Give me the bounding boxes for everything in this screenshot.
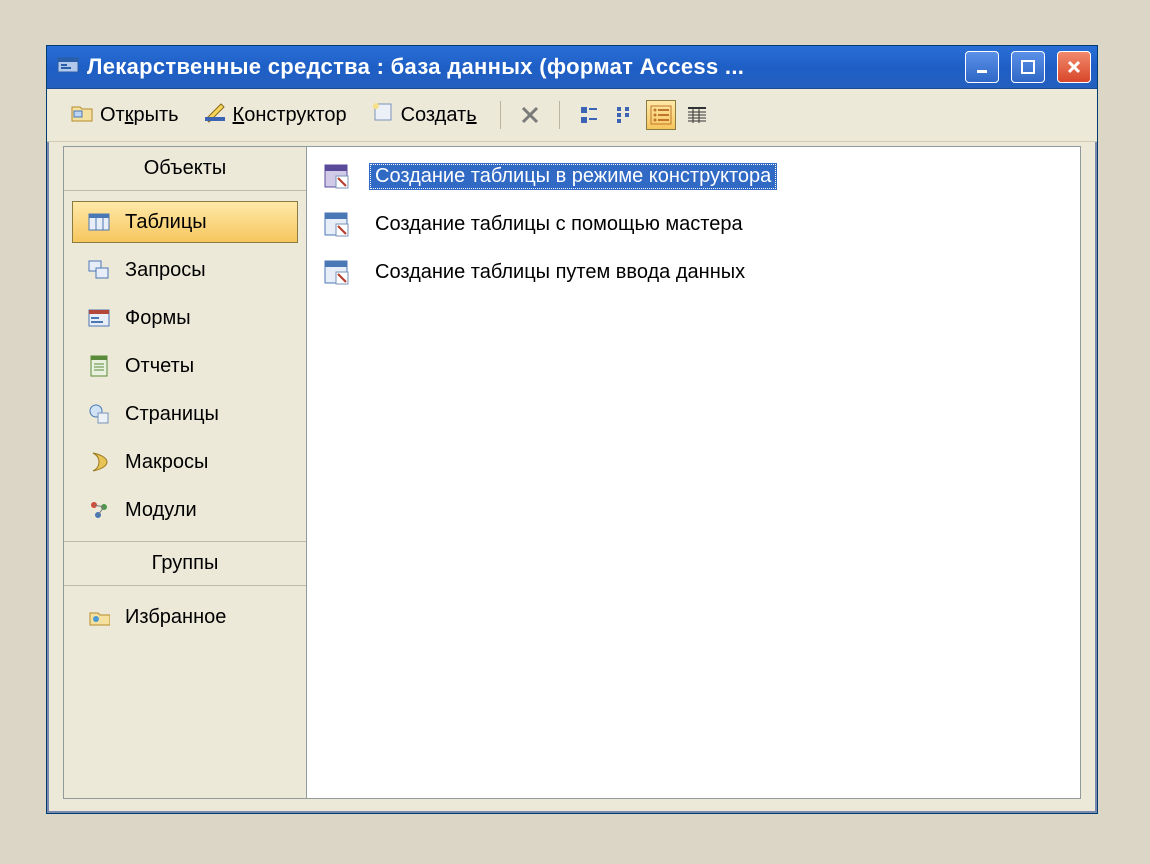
tables-icon [87, 210, 111, 234]
create-table-wizard[interactable]: Создание таблицы с помощью мастера [319, 205, 1068, 243]
maximize-button[interactable] [1011, 51, 1045, 83]
item-label: Создание таблицы с помощью мастера [369, 211, 749, 238]
forms-icon [87, 306, 111, 330]
window-app-icon [57, 55, 79, 80]
pages-icon [87, 402, 111, 426]
sidebar-item-reports[interactable]: Отчеты [72, 345, 298, 387]
content-pane[interactable]: Создание таблицы в режиме конструктора С… [307, 146, 1081, 799]
macros-icon [87, 450, 111, 474]
sidebar-item-pages[interactable]: Страницы [72, 393, 298, 435]
item-label: Создание таблицы в режиме конструктора [369, 163, 777, 190]
view-details-icon[interactable] [682, 100, 712, 130]
sidebar-objects-header: Объекты [64, 147, 306, 191]
view-list-icon[interactable] [646, 100, 676, 130]
sidebar-groups-list: Избранное [64, 586, 306, 648]
sidebar-item-favorites[interactable]: Избранное [72, 596, 298, 638]
view-large-icon[interactable] [574, 100, 604, 130]
open-icon [70, 101, 94, 129]
object-sidebar: Объекты Таблицы Запросы [63, 146, 307, 799]
create-table-entry[interactable]: Создание таблицы путем ввода данных [319, 253, 1068, 291]
sidebar-item-label: Страницы [125, 403, 219, 426]
queries-icon [87, 258, 111, 282]
database-window: Лекарственные средства : база данных (фо… [46, 45, 1098, 814]
sidebar-item-macros[interactable]: Макросы [72, 441, 298, 483]
sidebar-item-label: Макросы [125, 451, 208, 474]
toolbar: Открыть Конструктор Создать [47, 89, 1097, 142]
new-icon [371, 101, 395, 129]
new-button[interactable]: Создать [362, 97, 486, 133]
design-button[interactable]: Конструктор [194, 97, 356, 133]
reports-icon [87, 354, 111, 378]
wizard-icon [321, 257, 351, 287]
sidebar-item-label: Таблицы [125, 211, 207, 234]
sidebar-item-label: Формы [125, 307, 191, 330]
sidebar-object-list: Таблицы Запросы Формы [64, 191, 306, 541]
sidebar-item-label: Модули [125, 499, 197, 522]
toolbar-separator [559, 101, 560, 129]
sidebar-item-modules[interactable]: Модули [72, 489, 298, 531]
sidebar-item-label: Отчеты [125, 355, 194, 378]
sidebar-item-label: Избранное [125, 606, 226, 629]
titlebar[interactable]: Лекарственные средства : база данных (фо… [47, 46, 1097, 89]
sidebar-item-tables[interactable]: Таблицы [72, 201, 298, 243]
window-title: Лекарственные средства : база данных (фо… [87, 54, 953, 80]
close-button[interactable] [1057, 51, 1091, 83]
wizard-icon [321, 209, 351, 239]
item-label: Создание таблицы путем ввода данных [369, 259, 751, 286]
sidebar-groups-header: Группы [64, 541, 306, 586]
design-icon [203, 101, 227, 129]
modules-icon [87, 498, 111, 522]
database-body: Объекты Таблицы Запросы [63, 146, 1081, 799]
sidebar-item-label: Запросы [125, 259, 206, 282]
wizard-icon [321, 161, 351, 191]
open-button[interactable]: Открыть [61, 97, 188, 133]
sidebar-item-forms[interactable]: Формы [72, 297, 298, 339]
delete-button[interactable] [515, 100, 545, 130]
favorites-icon [87, 605, 111, 629]
minimize-button[interactable] [965, 51, 999, 83]
toolbar-separator [500, 101, 501, 129]
sidebar-item-queries[interactable]: Запросы [72, 249, 298, 291]
view-small-icon[interactable] [610, 100, 640, 130]
create-table-design[interactable]: Создание таблицы в режиме конструктора [319, 157, 1068, 195]
